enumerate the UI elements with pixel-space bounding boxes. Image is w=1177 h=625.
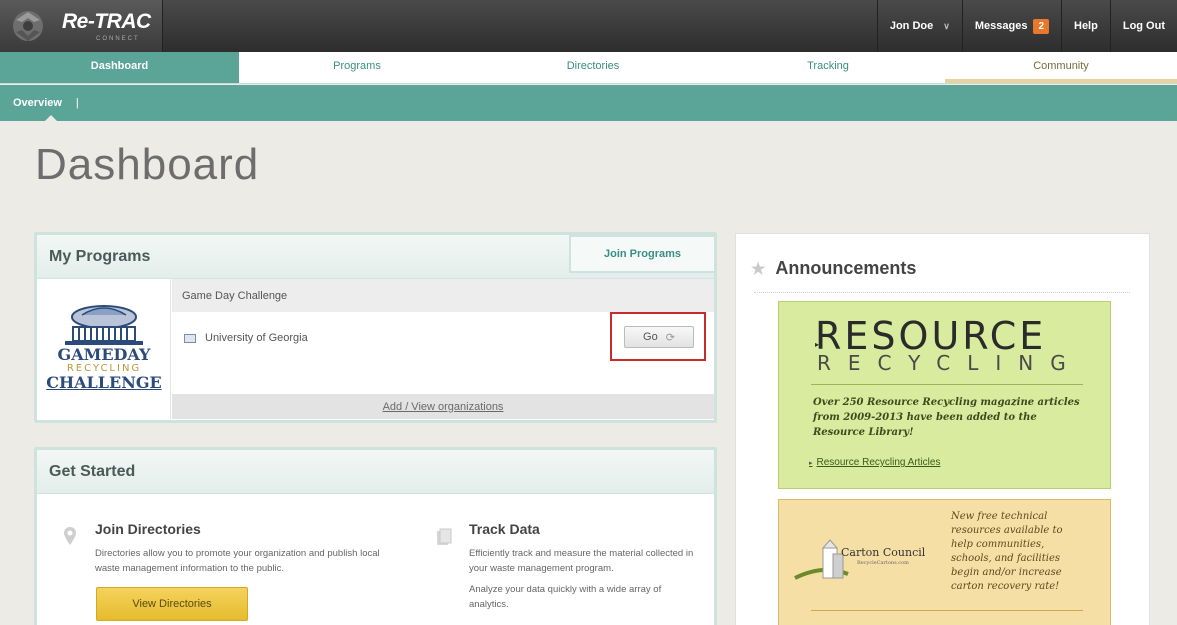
recycling-brand: RECYCLING — [817, 351, 1083, 375]
tab-tracking[interactable]: Tracking — [711, 52, 945, 83]
program-row: GAMEDAY RECYCLING CHALLENGE Game Day Cha… — [37, 279, 714, 419]
join-directories-text: Directories allow you to promote your or… — [95, 548, 380, 574]
resource-card-divider — [811, 384, 1083, 385]
logo-line-challenge: CHALLENGE — [46, 373, 162, 392]
logout-label: Log Out — [1122, 20, 1165, 32]
resource-link-label: Resource Recycling Articles — [816, 457, 941, 468]
gameday-challenge-logo: GAMEDAY RECYCLING CHALLENGE — [37, 279, 171, 419]
carton-card-divider — [811, 610, 1083, 611]
carton-council-text: New free technical resources available t… — [951, 511, 1063, 592]
messages-count-badge: 2 — [1033, 18, 1049, 34]
organization-row: University of Georgia Go ⟳ — [172, 312, 714, 394]
help-link[interactable]: Help — [1061, 0, 1110, 52]
tab-directories[interactable]: Directories — [475, 52, 711, 83]
program-name: Game Day Challenge — [182, 289, 288, 302]
join-directories-block: Join Directories Directories allow you t… — [95, 521, 395, 576]
messages-button[interactable]: Messages 2 — [961, 0, 1061, 52]
announcements-divider — [754, 292, 1130, 293]
track-data-analytics-text: Analyze your data quickly with a wide ar… — [469, 584, 662, 610]
announcements-title: Announcements — [775, 258, 917, 278]
announcements-panel: ★ Announcements ▸ RESOURCE RECYCLING Ove… — [735, 233, 1150, 625]
track-data-title: Track Data — [469, 521, 540, 537]
main-nav: Dashboard Programs Directories Tracking … — [0, 52, 1177, 84]
subnav-separator: | — [75, 97, 79, 109]
help-label: Help — [1074, 20, 1098, 32]
carton-council-url: RecycleCartons.com — [857, 560, 909, 566]
get-started-title: Get Started — [49, 462, 136, 480]
go-button[interactable]: Go ⟳ — [624, 326, 694, 348]
go-button-highlight: Go ⟳ — [610, 312, 706, 361]
join-directories-title: Join Directories — [95, 521, 201, 537]
my-programs-header: My Programs Join Programs — [37, 235, 714, 279]
tab-programs[interactable]: Programs — [239, 52, 475, 83]
get-started-header: Get Started — [37, 450, 714, 494]
carton-council-name: Carton Council — [841, 546, 926, 559]
track-data-block: Track Data Efficiently track and measure… — [469, 521, 699, 612]
carton-council-card[interactable]: Carton Council RecycleCartons.com New fr… — [778, 499, 1111, 625]
page-title: Dashboard — [35, 140, 260, 189]
user-menu[interactable]: Jon Doe ∨ — [876, 0, 962, 52]
get-started-panel: Get Started Join Directories Directories… — [34, 447, 717, 625]
star-icon: ★ — [751, 260, 766, 278]
chevron-down-icon: ∨ — [943, 20, 950, 31]
join-programs-button[interactable]: Join Programs — [569, 235, 714, 273]
add-view-organizations-link[interactable]: Add / View organizations — [172, 394, 714, 419]
track-data-text: Efficiently track and measure the materi… — [469, 548, 694, 574]
logo-subtitle: CONNECT — [96, 36, 140, 42]
logo-text: Re-TRAC — [62, 10, 151, 33]
logout-link[interactable]: Log Out — [1109, 0, 1177, 52]
resource-recycling-card[interactable]: ▸ RESOURCE RECYCLING Over 250 Resource R… — [778, 301, 1111, 489]
my-programs-panel: My Programs Join Programs GAMEDAY RECYCL… — [34, 232, 717, 423]
view-directories-button[interactable]: View Directories — [96, 587, 248, 621]
tab-dashboard[interactable]: Dashboard — [0, 52, 239, 83]
refresh-icon: ⟳ — [665, 331, 675, 344]
document-icon — [437, 528, 452, 545]
tab-community[interactable]: Community — [945, 52, 1177, 83]
active-caret — [44, 115, 58, 122]
logo-line-gameday: GAMEDAY — [57, 345, 151, 364]
resource-recycling-articles-link[interactable]: ▸ Resource Recycling Articles — [809, 457, 940, 468]
go-button-label: Go — [643, 331, 658, 343]
announcements-header: ★ Announcements — [751, 258, 916, 279]
map-pin-icon — [64, 527, 76, 545]
my-programs-title: My Programs — [49, 247, 151, 265]
organization-name: University of Georgia — [205, 332, 308, 344]
resource-card-text: Over 250 Resource Recycling magazine art… — [813, 397, 1080, 438]
program-name-row: Game Day Challenge — [172, 279, 714, 312]
user-name: Jon Doe — [889, 20, 934, 32]
recycle-logo-icon — [13, 11, 43, 41]
organization-card-icon — [184, 334, 196, 343]
messages-label: Messages — [974, 20, 1028, 32]
bullet-icon: ▸ — [809, 460, 813, 467]
top-bar: Re-TRAC CONNECT Jon Doe ∨ Messages 2 Hel… — [0, 0, 1177, 52]
sub-nav: Overview | — [0, 85, 1177, 122]
retrac-logo[interactable]: Re-TRAC CONNECT — [0, 0, 163, 52]
subnav-overview[interactable]: Overview — [13, 97, 62, 109]
